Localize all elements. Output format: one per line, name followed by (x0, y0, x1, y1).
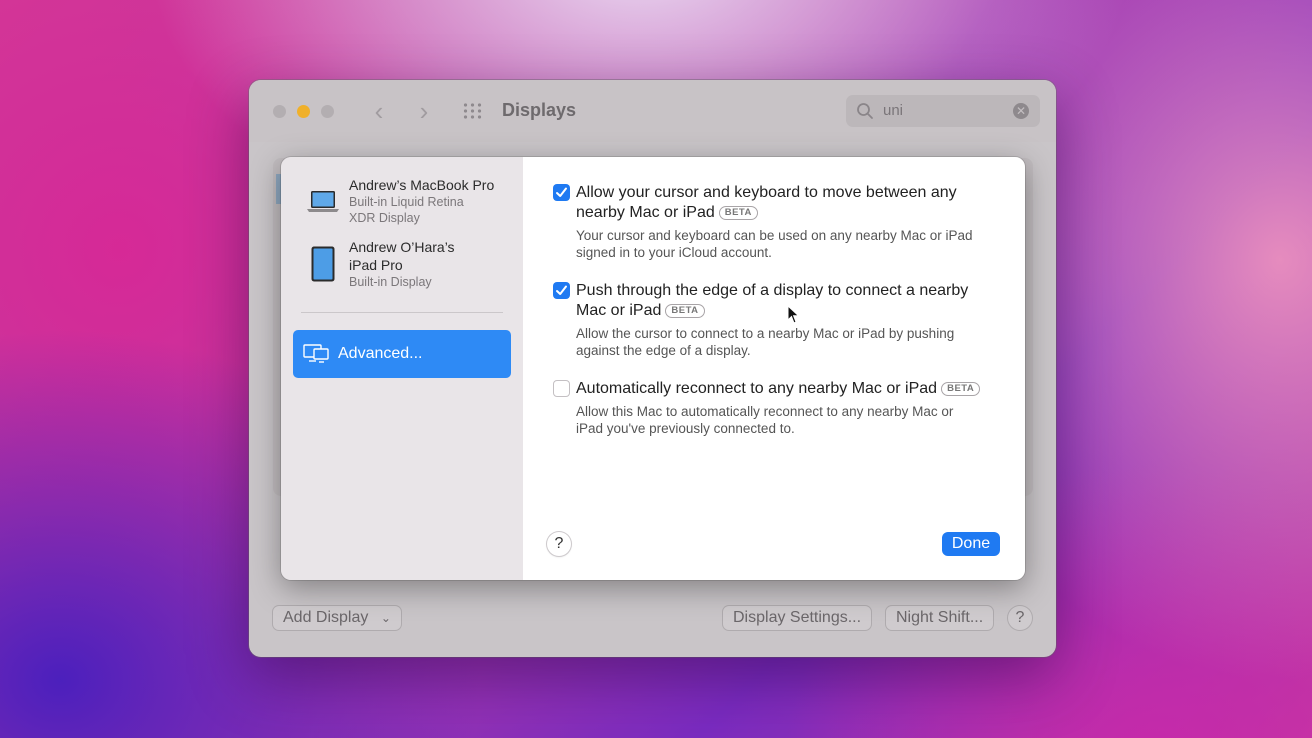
window-title: Displays (502, 100, 577, 120)
option-description: signed in to your iCloud account. (576, 245, 772, 260)
option-title: Allow your cursor and keyboard to move b… (576, 184, 957, 201)
device-name: Andrew O’Hara’s (349, 239, 455, 255)
mouse-pointer-icon (787, 305, 800, 324)
beta-badge: BETA (941, 382, 981, 396)
sidebar-divider (301, 312, 503, 313)
option-title-line1: Automatically reconnect to any nearby Ma… (576, 380, 938, 397)
ipad-icon (311, 246, 335, 282)
option-description: iPad you've previously connected to. (576, 421, 795, 436)
option-title: Push through the edge of a display to co… (576, 282, 969, 299)
chevron-down-icon: ⌄ (380, 611, 391, 625)
title-bar: ‹ › Displays uni ✕ (249, 80, 1056, 142)
device-subtitle: XDR Display (349, 211, 420, 225)
add-display-button[interactable]: Add Display ⌄ (273, 606, 401, 630)
option-description: Allow the cursor to connect to a nearby … (576, 326, 955, 341)
back-chevron-icon[interactable]: ‹ (367, 98, 391, 124)
advanced-options-pane: Allow your cursor and keyboard to move b… (523, 157, 1025, 580)
zoom-window-button[interactable] (321, 105, 334, 118)
option-title-line2: nearby Mac or iPad (576, 204, 715, 221)
beta-badge: BETA (718, 206, 758, 220)
checkmark-icon (556, 285, 567, 295)
checkmark-icon (556, 187, 567, 197)
device-sidebar: Andrew’s MacBook Pro Built-in Liquid Ret… (281, 157, 523, 580)
option-title-line2: Mac or iPad (576, 302, 662, 319)
device-name: iPad Pro (349, 257, 403, 273)
option-description: Allow this Mac to automatically reconnec… (576, 404, 954, 419)
search-input[interactable]: uni (883, 102, 903, 119)
close-window-button[interactable] (273, 105, 286, 118)
option-title: Automatically reconnect to any nearby Ma… (576, 379, 981, 399)
device-item-ipad[interactable]: Andrew O’Hara’s iPad Pro Built-in Displa… (281, 239, 523, 291)
option-description: Your cursor and keyboard can be used on … (576, 228, 973, 243)
option-title: nearby Mac or iPad BETA (576, 203, 758, 223)
device-item-macbook[interactable]: Andrew’s MacBook Pro Built-in Liquid Ret… (281, 175, 523, 227)
option-description: against the edge of a display. (576, 343, 751, 358)
minimize-window-button[interactable] (297, 105, 310, 118)
footer-help-button[interactable]: ? (1008, 606, 1032, 630)
beta-badge: BETA (665, 304, 705, 318)
displays-icon (303, 344, 329, 363)
advanced-label: Advanced... (338, 345, 423, 362)
sidebar-item-advanced[interactable]: Advanced... (293, 330, 511, 378)
search-field[interactable]: uni ✕ (846, 95, 1040, 127)
add-display-label: Add Display (283, 609, 369, 626)
forward-chevron-icon[interactable]: › (412, 98, 436, 124)
night-shift-button[interactable]: Night Shift... (886, 606, 994, 630)
device-name: Andrew’s MacBook Pro (349, 177, 495, 193)
clear-search-icon[interactable]: ✕ (1013, 103, 1029, 119)
advanced-sheet: Andrew’s MacBook Pro Built-in Liquid Ret… (281, 157, 1025, 580)
search-icon (857, 103, 873, 119)
cursor-keyboard-checkbox[interactable] (553, 184, 570, 201)
show-all-grid-icon[interactable] (462, 102, 484, 120)
device-subtitle: Built-in Liquid Retina (349, 195, 464, 209)
option-title: Mac or iPad BETA (576, 301, 705, 321)
auto-reconnect-checkbox[interactable] (553, 380, 570, 397)
laptop-icon (307, 191, 339, 212)
help-button[interactable]: ? (547, 532, 571, 556)
device-subtitle: Built-in Display (349, 275, 432, 289)
display-settings-button[interactable]: Display Settings... (723, 606, 872, 630)
push-through-edge-checkbox[interactable] (553, 282, 570, 299)
done-button[interactable]: Done (942, 532, 1000, 556)
